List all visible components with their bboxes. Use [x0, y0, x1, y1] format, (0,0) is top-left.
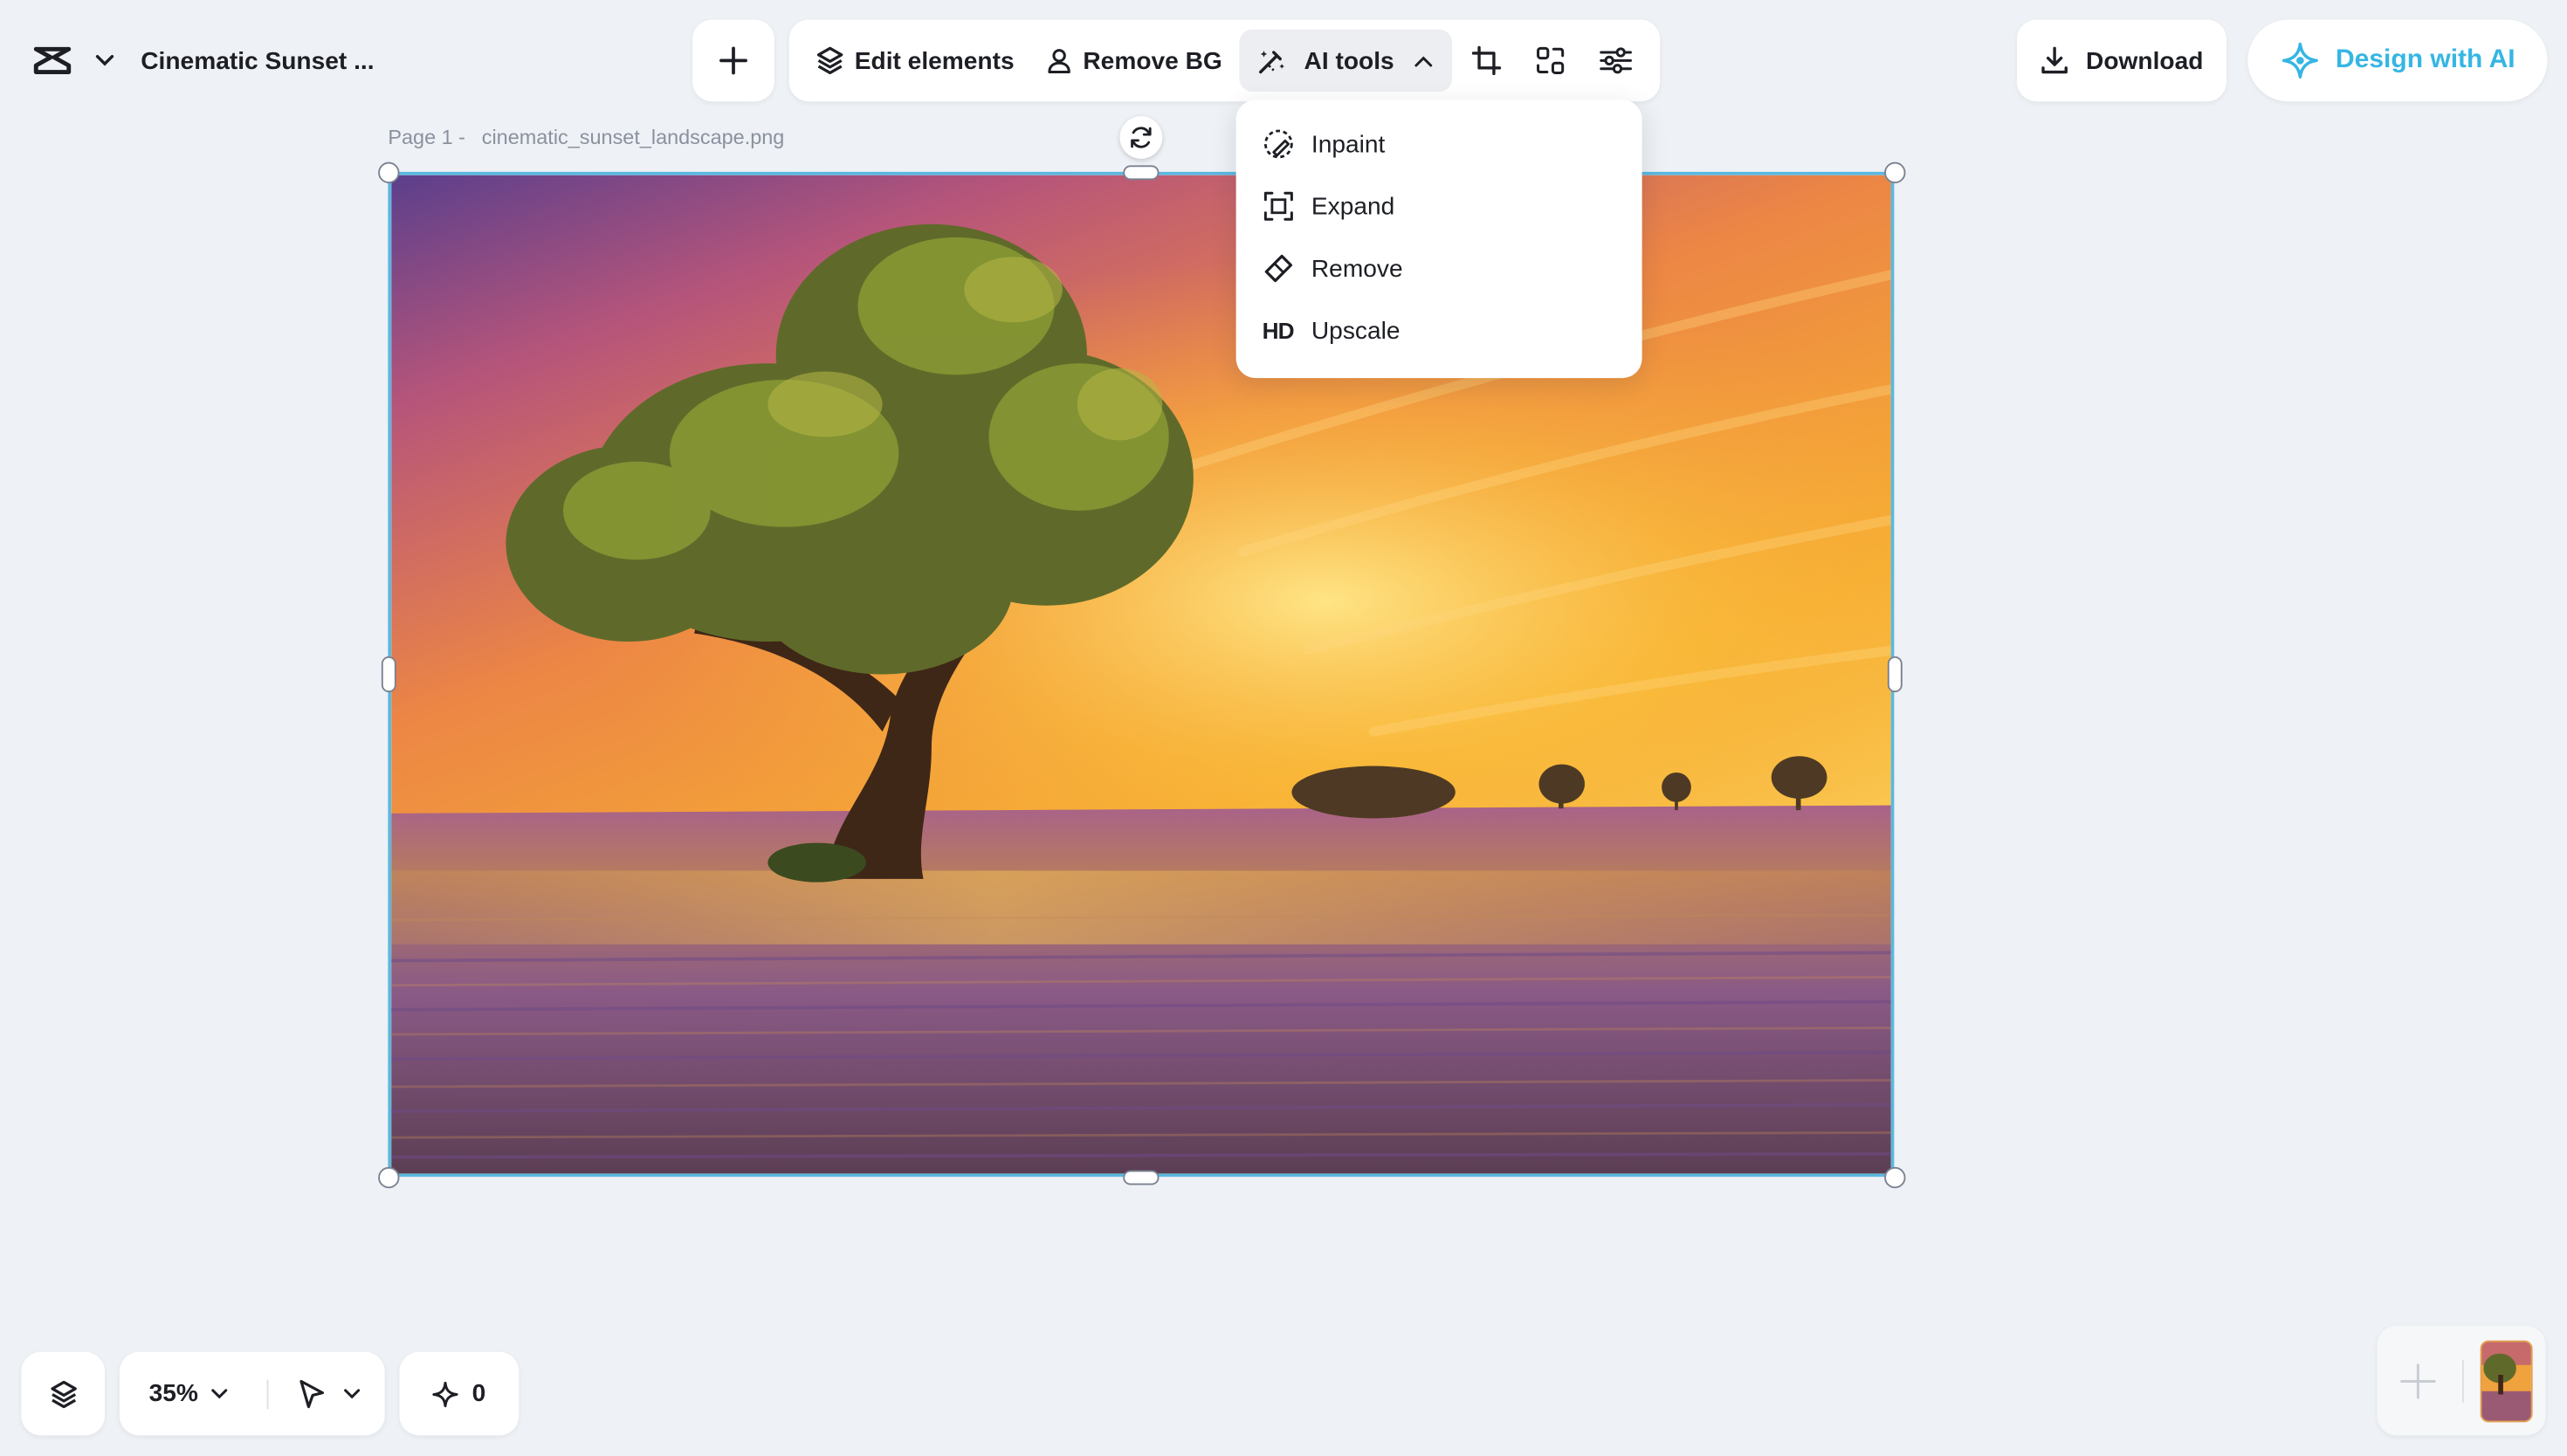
resize-handle-bottom-left[interactable]	[378, 1166, 400, 1189]
remove-bg-label: Remove BG	[1083, 46, 1222, 75]
adjust-button[interactable]	[1585, 30, 1647, 92]
download-label: Download	[2086, 46, 2204, 75]
capcut-logo-icon[interactable]	[33, 45, 115, 78]
chevron-down-icon[interactable]	[95, 54, 115, 67]
menu-item-upscale[interactable]: HD Upscale	[1236, 299, 1642, 361]
zoom-controls: 35%	[119, 1351, 385, 1436]
chevron-up-icon	[1414, 55, 1432, 66]
download-icon	[2041, 46, 2070, 76]
menu-item-remove[interactable]: Remove	[1236, 237, 1642, 299]
eraser-icon	[1263, 252, 1296, 285]
resize-handle-left[interactable]	[381, 656, 396, 693]
layers-icon	[816, 46, 845, 76]
rotate-handle[interactable]	[1119, 116, 1163, 159]
resize-handle-top[interactable]	[1123, 165, 1160, 181]
edit-elements-label: Edit elements	[854, 46, 1015, 75]
page-label-bar: Page 1 - cinematic_sunset_landscape.png	[388, 125, 784, 151]
edit-elements-button[interactable]: Edit elements	[802, 30, 1028, 92]
divider	[266, 1378, 269, 1409]
ai-credits-button[interactable]: 0	[399, 1351, 520, 1436]
menu-item-inpaint[interactable]: Inpaint	[1236, 113, 1642, 175]
crop-button[interactable]	[1455, 30, 1517, 92]
download-button[interactable]: Download	[2017, 19, 2226, 102]
menu-item-label: Expand	[1311, 192, 1395, 221]
ai-tools-label: AI tools	[1304, 46, 1394, 75]
menu-item-expand[interactable]: Expand	[1236, 175, 1642, 237]
plus-icon	[2398, 1361, 2438, 1400]
pages-panel	[2377, 1325, 2546, 1436]
design-with-ai-label: Design with AI	[2336, 45, 2515, 74]
sunset-landscape-image	[391, 175, 1891, 1174]
person-icon	[1043, 46, 1073, 76]
chevron-down-icon	[211, 1388, 228, 1399]
chevron-down-icon	[344, 1388, 361, 1399]
layers-button[interactable]	[21, 1351, 105, 1436]
cursor-arrow-icon	[298, 1377, 327, 1411]
menu-item-label: Remove	[1311, 254, 1403, 283]
ai-tools-button[interactable]: AI tools	[1238, 29, 1452, 92]
sparkle-ai-icon	[2280, 41, 2319, 80]
menu-item-label: Upscale	[1311, 316, 1400, 345]
zoom-dropdown[interactable]: 35%	[149, 1380, 228, 1408]
canvas-image[interactable]	[388, 171, 1895, 1178]
layers-icon	[48, 1379, 78, 1409]
sliders-icon	[1600, 46, 1633, 76]
resize-handle-top-left[interactable]	[378, 161, 400, 183]
magic-wand-icon	[1255, 46, 1288, 76]
project-header: Cinematic Sunset ...	[10, 19, 408, 102]
hd-badge-icon: HD	[1262, 317, 1295, 344]
flip-icon	[1536, 46, 1566, 76]
crop-icon	[1471, 45, 1501, 76]
expand-icon	[1263, 190, 1296, 223]
inpaint-brush-icon	[1263, 127, 1296, 161]
project-title[interactable]: Cinematic Sunset ...	[141, 46, 374, 74]
zoom-level: 35%	[148, 1379, 198, 1408]
flip-button[interactable]	[1520, 30, 1582, 92]
divider	[2462, 1359, 2464, 1402]
plus-icon	[719, 46, 748, 76]
image-toolbar: Edit elements Remove BG AI tools	[788, 19, 1661, 102]
page-thumbnail[interactable]	[2480, 1339, 2533, 1422]
ai-tools-menu: Inpaint Expand Remove HD Upscale	[1235, 100, 1642, 379]
page-label: Page 1 -	[388, 126, 465, 149]
design-with-ai-button[interactable]: Design with AI	[2247, 19, 2548, 102]
resize-handle-bottom-right[interactable]	[1884, 1166, 1906, 1189]
resize-handle-top-right[interactable]	[1884, 161, 1906, 183]
ai-credits-count: 0	[471, 1379, 486, 1408]
resize-handle-right[interactable]	[1887, 656, 1903, 693]
remove-bg-button[interactable]: Remove BG	[1030, 30, 1235, 92]
menu-item-label: Inpaint	[1311, 130, 1386, 158]
add-button[interactable]	[692, 19, 774, 102]
rotate-icon	[1128, 125, 1154, 151]
resize-handle-bottom[interactable]	[1123, 1170, 1160, 1185]
file-name[interactable]: cinematic_sunset_landscape.png	[482, 126, 785, 148]
sparkle-icon	[432, 1380, 459, 1407]
pointer-tool-dropdown[interactable]	[298, 1377, 361, 1411]
add-page-button[interactable]	[2391, 1340, 2447, 1422]
